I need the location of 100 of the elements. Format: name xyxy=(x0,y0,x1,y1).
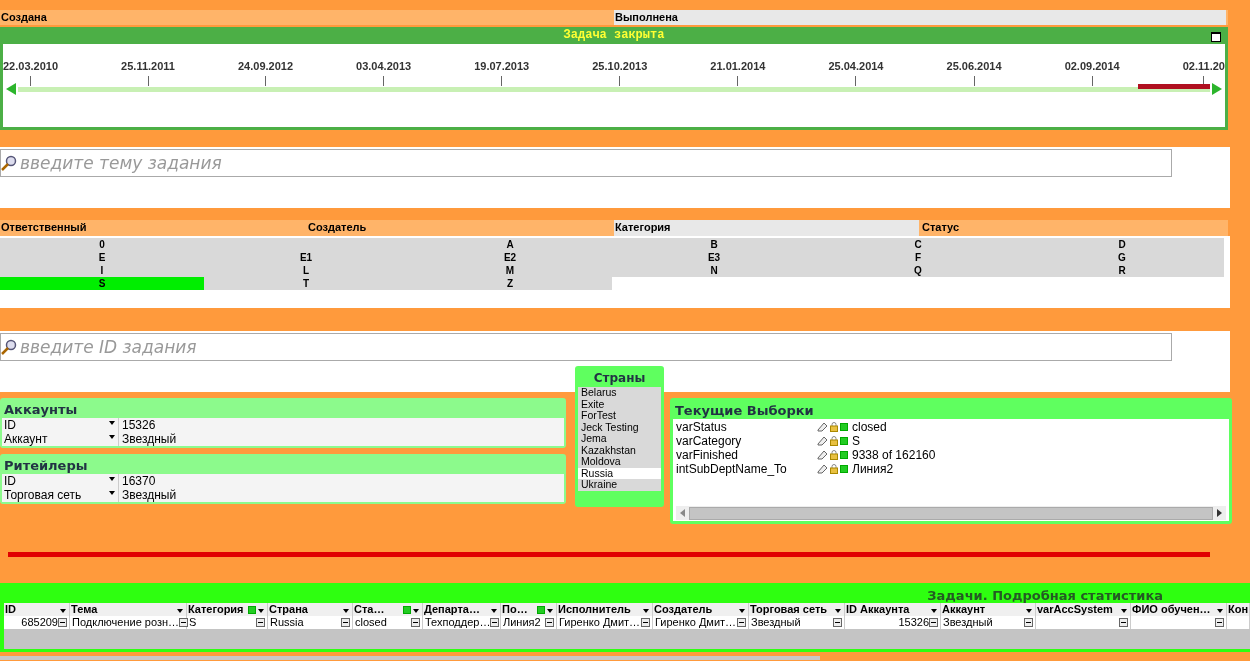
tick-mark xyxy=(501,76,503,86)
list-value[interactable]: E xyxy=(0,251,204,264)
dropdown-caret-icon[interactable] xyxy=(109,477,115,481)
timeline-tick-label: 03.04.2013 xyxy=(356,60,412,72)
list-value[interactable]: T xyxy=(204,277,408,290)
dropdown-caret-icon[interactable] xyxy=(547,609,553,613)
collapse-icon[interactable] xyxy=(1024,618,1033,627)
search-field[interactable]: введите ID задания xyxy=(0,333,1172,361)
list-header[interactable]: Ответственный xyxy=(0,220,307,236)
right-arrow-icon[interactable] xyxy=(1212,83,1222,95)
maximize-icon[interactable] xyxy=(1211,32,1221,42)
eraser-icon[interactable] xyxy=(817,464,828,474)
dropdown-caret-icon[interactable] xyxy=(491,609,497,613)
left-arrow-icon[interactable] xyxy=(6,83,16,95)
timeline-tick-label: 02.09.2014 xyxy=(1064,60,1120,72)
collapse-icon[interactable] xyxy=(341,618,350,627)
country-list-item[interactable]: Jema xyxy=(578,433,661,445)
lock-icon[interactable] xyxy=(830,436,838,446)
dropdown-caret-icon[interactable] xyxy=(109,491,115,495)
field-name: varFinished xyxy=(676,448,740,462)
dropdown-caret-icon[interactable] xyxy=(60,609,66,613)
list-value[interactable]: B xyxy=(612,238,816,251)
collapse-icon[interactable] xyxy=(256,618,265,627)
collapse-icon[interactable] xyxy=(737,618,746,627)
dropdown-caret-icon[interactable] xyxy=(109,435,115,439)
horizontal-scrollbar[interactable] xyxy=(676,506,1226,520)
country-list-item[interactable]: ForTest xyxy=(578,410,661,422)
list-value[interactable]: R xyxy=(1020,264,1224,277)
tick-mark xyxy=(737,76,739,86)
tick-mark xyxy=(265,76,266,86)
collapse-icon[interactable] xyxy=(641,618,650,627)
list-value[interactable]: F xyxy=(816,251,1020,264)
list-value[interactable]: D xyxy=(1020,238,1224,251)
country-list-item[interactable]: Ukraine xyxy=(578,479,661,491)
lock-icon[interactable] xyxy=(830,450,838,460)
search-field[interactable]: введите тему задания xyxy=(0,149,1172,177)
list-value[interactable]: I xyxy=(0,264,204,277)
timeline-tick-label: 02.11.20 xyxy=(1182,60,1225,72)
country-list-item[interactable]: Moldova xyxy=(578,456,661,468)
dropdown-caret-icon[interactable] xyxy=(109,421,115,425)
dropdown-caret-icon[interactable] xyxy=(643,609,649,613)
status-square-icon xyxy=(840,465,848,473)
country-list-item[interactable]: Belarus xyxy=(578,387,661,399)
list-value[interactable]: E3 xyxy=(612,251,816,264)
collapse-icon[interactable] xyxy=(929,618,938,627)
collapse-icon[interactable] xyxy=(58,618,67,627)
field-label[interactable]: ID xyxy=(2,418,119,432)
collapse-icon[interactable] xyxy=(1215,618,1224,627)
list-value[interactable]: S xyxy=(0,277,204,290)
list-value[interactable]: 0 xyxy=(0,238,204,251)
collapse-icon[interactable] xyxy=(833,618,842,627)
field-label[interactable]: ID xyxy=(2,474,119,488)
list-header[interactable]: Статус xyxy=(921,220,1228,236)
list-header[interactable]: Выполнена xyxy=(614,10,1228,25)
dropdown-caret-icon[interactable] xyxy=(258,609,264,613)
dropdown-caret-icon[interactable] xyxy=(1217,609,1223,613)
lock-icon[interactable] xyxy=(830,422,838,432)
collapse-icon[interactable] xyxy=(179,618,189,627)
list-header[interactable]: Создатель xyxy=(307,220,614,236)
collapse-icon[interactable] xyxy=(1119,618,1128,627)
dropdown-caret-icon[interactable] xyxy=(835,609,841,613)
dropdown-caret-icon[interactable] xyxy=(177,609,183,613)
field-name: varStatus xyxy=(676,420,728,434)
list-value[interactable]: G xyxy=(1020,251,1224,264)
list-value[interactable]: E1 xyxy=(204,251,408,264)
eraser-icon[interactable] xyxy=(817,450,828,460)
dropdown-caret-icon[interactable] xyxy=(739,609,745,613)
list-value[interactable]: Z xyxy=(408,277,612,290)
list-value[interactable]: A xyxy=(408,238,612,251)
list-header[interactable]: Категория xyxy=(614,220,921,236)
list-value[interactable]: E2 xyxy=(408,251,612,264)
list-value[interactable]: M xyxy=(408,264,612,277)
eraser-icon[interactable] xyxy=(817,436,828,446)
field-value: Звездный xyxy=(121,432,178,446)
field-label[interactable]: Торговая сеть xyxy=(2,488,119,502)
dropdown-caret-icon[interactable] xyxy=(1121,609,1127,613)
list-value[interactable]: C xyxy=(816,238,1020,251)
dropdown-caret-icon[interactable] xyxy=(1026,609,1032,613)
field-label[interactable]: Аккаунт xyxy=(2,432,119,446)
eraser-icon[interactable] xyxy=(817,422,828,432)
horizontal-scrollbar[interactable] xyxy=(0,656,820,660)
status-square-icon xyxy=(840,423,848,431)
field-value: 9338 of 162160 xyxy=(852,448,936,462)
collapse-icon[interactable] xyxy=(490,618,500,627)
list-value[interactable]: L xyxy=(204,264,408,277)
list-value[interactable]: N xyxy=(612,264,816,277)
dropdown-caret-icon[interactable] xyxy=(931,609,937,613)
scroll-right-icon[interactable] xyxy=(1217,509,1222,517)
list-value[interactable]: Q xyxy=(816,264,1020,277)
scroll-left-icon[interactable] xyxy=(680,509,685,517)
collapse-icon[interactable] xyxy=(545,618,554,627)
range-selection[interactable] xyxy=(1138,83,1210,89)
field-value: Линия2 xyxy=(852,462,894,476)
dropdown-caret-icon[interactable] xyxy=(413,609,419,613)
list-header[interactable]: Создана xyxy=(0,10,614,25)
timeline-track[interactable] xyxy=(18,86,1210,92)
lock-icon[interactable] xyxy=(830,464,838,474)
dropdown-caret-icon[interactable] xyxy=(343,609,349,613)
panel-title: Задачи. Подробная статистика xyxy=(926,587,1164,603)
collapse-icon[interactable] xyxy=(411,618,420,627)
